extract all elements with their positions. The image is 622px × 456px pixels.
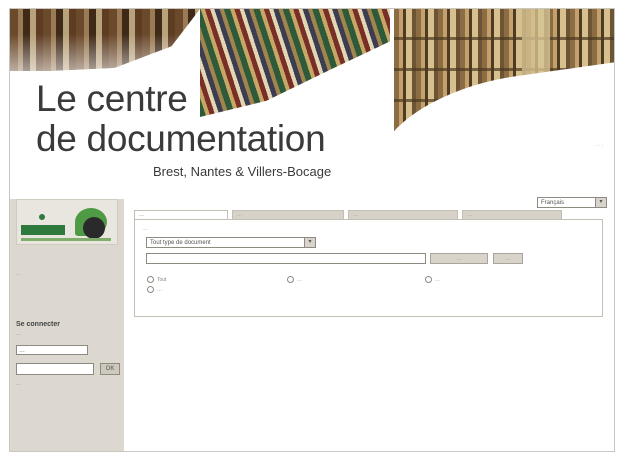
search-input[interactable] xyxy=(146,253,426,264)
search-panel: … Tout type de document ▾ … … Tout … … … xyxy=(134,219,603,317)
password-field[interactable] xyxy=(16,363,94,375)
radio-icon xyxy=(425,276,432,283)
document-type-select[interactable]: Tout type de document ▾ xyxy=(146,237,316,248)
reset-button[interactable]: … xyxy=(493,253,523,264)
login-field[interactable]: … xyxy=(16,345,88,355)
banner-photo-left xyxy=(10,9,200,71)
sidebar-description: … xyxy=(16,271,21,277)
radio-icon xyxy=(147,276,154,283)
logo-ball-shape xyxy=(83,217,105,239)
chevron-down-icon: ▾ xyxy=(595,198,606,207)
radio-icon xyxy=(287,276,294,283)
search-option-2-label: … xyxy=(297,276,302,283)
page-frame: Le centre de documentation Brest, Nantes… xyxy=(9,8,615,452)
search-button[interactable]: … xyxy=(430,253,488,264)
search-option-2[interactable]: … xyxy=(287,276,302,283)
login-hint: … xyxy=(16,331,21,337)
language-select-value: Français xyxy=(541,200,565,206)
logo-dot-shape xyxy=(39,214,45,220)
search-option-1[interactable]: Tout xyxy=(147,276,166,283)
logo-bar-shape xyxy=(21,225,65,235)
document-type-value: Tout type de document xyxy=(150,240,211,246)
login-ok-button[interactable]: OK xyxy=(100,363,120,375)
search-option-3[interactable]: … xyxy=(425,276,440,283)
logo-strip-shape xyxy=(21,238,111,241)
search-option-4[interactable]: … xyxy=(147,286,162,293)
search-intro: … xyxy=(143,226,148,232)
site-logo[interactable] xyxy=(16,199,118,245)
search-option-1-label: Tout xyxy=(157,276,167,283)
login-heading: Se connecter xyxy=(16,321,60,328)
page-subtitle: Brest, Nantes & Villers-Bocage xyxy=(153,164,332,179)
search-option-4-label: … xyxy=(157,286,162,293)
title-line-2: de documentation xyxy=(36,118,326,159)
title-line-1: Le centre xyxy=(36,78,188,119)
banner-tagline: … xyxy=(594,138,604,149)
header-banner: Le centre de documentation Brest, Nantes… xyxy=(10,9,614,217)
sidebar: … Se connecter … … OK … xyxy=(10,199,124,451)
language-select[interactable]: Français ▾ xyxy=(537,197,607,208)
search-option-3-label: … xyxy=(435,276,440,283)
forgot-password-link[interactable]: … xyxy=(16,381,21,387)
page-title: Le centre de documentation xyxy=(36,78,326,159)
radio-icon xyxy=(147,286,154,293)
chevron-down-icon: ▾ xyxy=(304,238,315,247)
